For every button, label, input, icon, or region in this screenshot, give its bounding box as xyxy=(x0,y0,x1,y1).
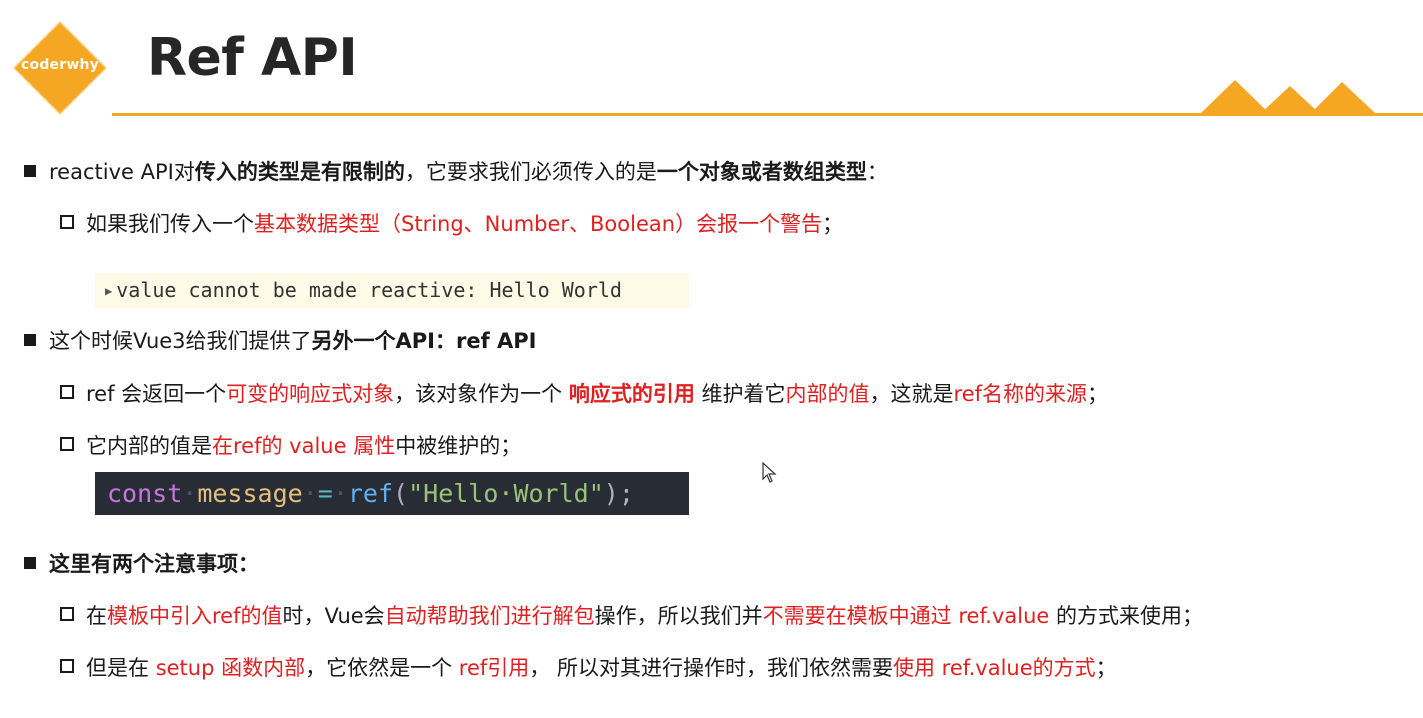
bullet-ref-api: 这个时候Vue3给我们提供了另外一个API：ref API xyxy=(24,326,537,356)
text-part: 的方式来使用； xyxy=(1049,604,1204,628)
text-bold: 传入的类型是有限制的 xyxy=(194,160,405,184)
code-paren: ( xyxy=(393,479,409,508)
mouse-pointer-icon xyxy=(762,462,777,483)
text-part: reactive API对 xyxy=(49,160,195,184)
page-title: Ref API xyxy=(147,28,358,88)
text-part: ，它依然是一个 xyxy=(305,656,459,680)
text-part: 中被维护的； xyxy=(395,434,522,458)
code-line: const·message·=·ref("Hello·World"); xyxy=(107,479,634,508)
text-part: 操作，所以我们并 xyxy=(594,604,763,628)
text-red: 可变的响应式对象 xyxy=(226,382,395,406)
warning-text: value cannot be made reactive: Hello Wor… xyxy=(116,278,622,302)
text-bold: 另外一个API：ref API xyxy=(311,329,537,353)
text-part: ，该对象作为一个 xyxy=(394,382,569,406)
sub-bullet-value-property: 它内部的值是在ref的 value 属性中被维护的； xyxy=(60,431,521,461)
text-red: 模板中引入ref的值 xyxy=(107,604,283,628)
hollow-square-bullet-icon xyxy=(60,215,74,229)
text-part: 在 xyxy=(86,604,107,628)
slide: coderwhy Ref API reactive API对传入的类型是有限制的… xyxy=(0,0,1423,718)
text-red: 在ref的 value 属性 xyxy=(212,434,396,458)
text-red: 基本数据类型（String、Number、Boolean）会报一个警告 xyxy=(254,212,823,236)
text-part: 如果我们传入一个 xyxy=(86,212,254,236)
mountain-decoration-icon xyxy=(1200,80,1376,114)
warning-message: ▶ value cannot be made reactive: Hello Wo… xyxy=(95,273,689,308)
sub-bullet-template-unwrap: 在模板中引入ref的值时，Vue会自动帮助我们进行解包操作，所以我们并不需要在模… xyxy=(60,601,1203,631)
text-part: ref 会返回一个 xyxy=(86,382,227,406)
filled-square-bullet-icon xyxy=(24,557,36,569)
text-part: ， 所以对其进行操作时，我们依然需要 xyxy=(529,656,893,680)
code-end: ); xyxy=(603,479,634,508)
text-red-bold: 响应式的引用 xyxy=(568,382,695,406)
code-variable: message xyxy=(197,479,303,508)
sub-bullet-basic-types: 如果我们传入一个基本数据类型（String、Number、Boolean）会报一… xyxy=(60,209,843,239)
text-part: 时，Vue会 xyxy=(282,604,385,628)
coderwhy-logo: coderwhy xyxy=(12,20,108,116)
sub-bullet-setup-ref-value: 但是在 setup 函数内部，它依然是一个 ref引用， 所以对其进行操作时，我… xyxy=(60,653,1117,683)
expand-triangle-icon: ▶ xyxy=(105,284,113,298)
hollow-square-bullet-icon xyxy=(60,659,74,673)
text-bold: 这里有两个注意事项： xyxy=(49,552,259,576)
bullet-notes: 这里有两个注意事项： xyxy=(24,549,259,579)
text-part: 维护着它 xyxy=(694,382,786,406)
text-part: ： xyxy=(866,160,888,184)
code-function: ref xyxy=(347,479,394,508)
header-divider xyxy=(112,113,1423,116)
filled-square-bullet-icon xyxy=(24,334,36,346)
text-part: ； xyxy=(822,212,844,236)
text-part: 这个时候Vue3给我们提供了 xyxy=(49,329,312,353)
filled-square-bullet-icon xyxy=(24,165,36,177)
text-red: setup 函数内部 xyxy=(155,656,306,680)
code-string: "Hello·World" xyxy=(408,479,604,508)
hollow-square-bullet-icon xyxy=(60,385,74,399)
text-part: 但是在 xyxy=(86,656,156,680)
text-part: ，它要求我们必须传入的是 xyxy=(404,160,657,184)
code-snippet: const·message·=·ref("Hello·World"); xyxy=(95,472,689,515)
text-part: ； xyxy=(1087,382,1109,406)
sub-bullet-ref-returns: ref 会返回一个可变的响应式对象，该对象作为一个 响应式的引用 维护着它内部的… xyxy=(60,379,1108,409)
hollow-square-bullet-icon xyxy=(60,437,74,451)
text-part: 它内部的值是 xyxy=(86,434,212,458)
code-operator: = xyxy=(317,479,333,508)
hollow-square-bullet-icon xyxy=(60,607,74,621)
logo-text: coderwhy xyxy=(21,57,99,73)
text-bold: 一个对象或者数组类型 xyxy=(656,160,867,184)
text-red: ref引用 xyxy=(458,656,530,680)
text-part: ； xyxy=(1095,656,1117,680)
text-red: 使用 ref.value的方式 xyxy=(892,656,1096,680)
text-part: ，这就是 xyxy=(869,382,954,406)
code-keyword: const xyxy=(107,479,183,508)
text-red: 不需要在模板中通过 ref.value xyxy=(762,604,1050,628)
text-red: 内部的值 xyxy=(785,382,870,406)
text-red: ref名称的来源 xyxy=(953,382,1088,406)
text-red: 自动帮助我们进行解包 xyxy=(384,604,595,628)
bullet-reactive-limit: reactive API对传入的类型是有限制的，它要求我们必须传入的是一个对象或… xyxy=(24,157,888,187)
